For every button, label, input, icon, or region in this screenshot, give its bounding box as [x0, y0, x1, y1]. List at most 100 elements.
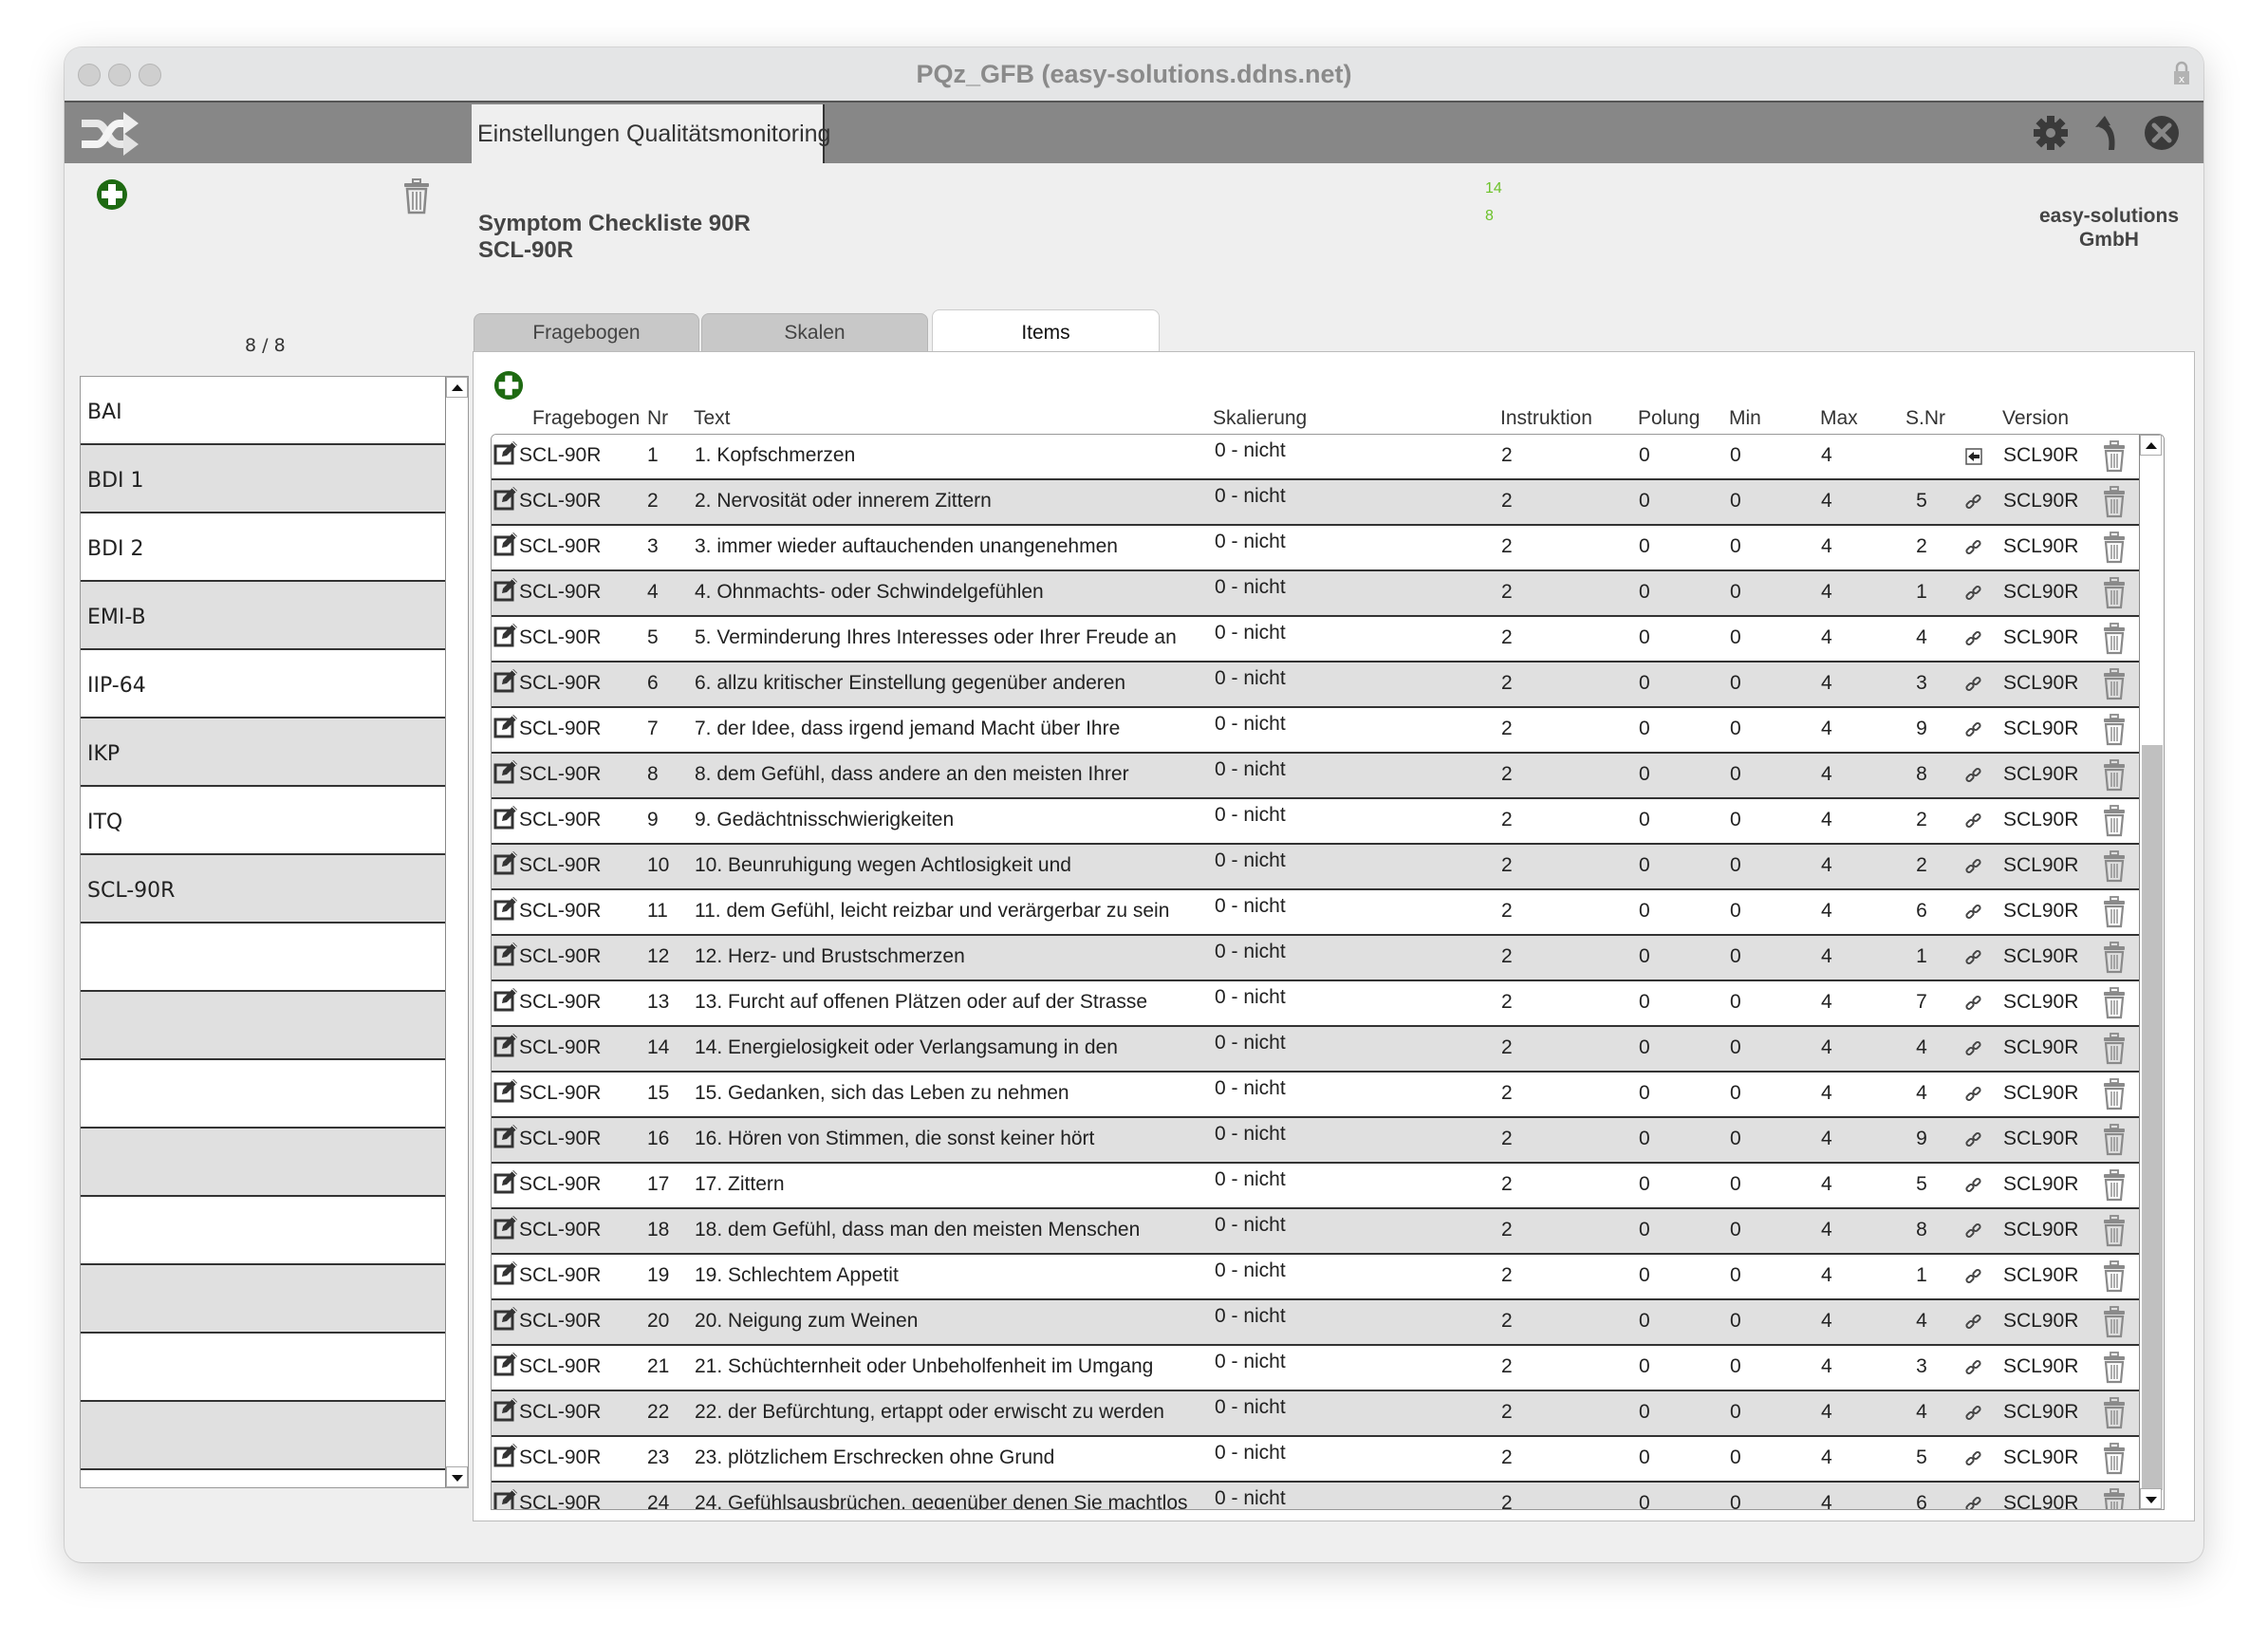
edit-icon[interactable] — [493, 1488, 518, 1509]
link-icon[interactable] — [1965, 721, 1982, 738]
questionnaire-list-item[interactable]: SCL-90R — [81, 855, 447, 924]
link-icon[interactable] — [1965, 995, 1982, 1012]
delete-item-icon[interactable] — [2102, 987, 2127, 1019]
questionnaire-list-item[interactable]: ITQ — [81, 787, 447, 855]
link-icon[interactable] — [1965, 1086, 1982, 1103]
col-text[interactable]: Text — [694, 407, 731, 430]
questionnaire-list-item[interactable] — [81, 1470, 447, 1487]
delete-item-icon[interactable] — [2102, 1215, 2127, 1247]
edit-icon[interactable] — [493, 714, 518, 738]
link-icon[interactable] — [1965, 585, 1982, 602]
delete-item-icon[interactable] — [2102, 440, 2127, 473]
link-icon[interactable] — [1965, 676, 1982, 693]
col-polung[interactable]: Polung — [1638, 407, 1700, 430]
table-row[interactable]: SCL-90R 2 2. Nervosität oder innerem Zitte… — [492, 480, 2139, 526]
col-instruktion[interactable]: Instruktion — [1500, 407, 1592, 430]
link-icon[interactable] — [1965, 904, 1982, 921]
table-row[interactable]: SCL-90R 5 5. Verminderung Ihres Interesses… — [492, 617, 2139, 662]
shuffle-icon[interactable] — [78, 110, 140, 158]
link-icon[interactable] — [1965, 1131, 1982, 1148]
edit-icon[interactable] — [493, 486, 518, 511]
link-icon[interactable] — [1965, 767, 1982, 784]
delete-item-icon[interactable] — [2102, 1488, 2127, 1509]
module-tab[interactable]: Einstellungen Qualitätsmonitoring — [472, 104, 830, 163]
col-skalierung[interactable]: Skalierung — [1213, 407, 1307, 430]
edit-icon[interactable] — [493, 577, 518, 602]
table-row[interactable]: SCL-90R 11 11. dem Gefühl, leicht reizbar … — [492, 890, 2139, 936]
table-row[interactable]: SCL-90R 10 10. Beunruhigung wegen Achtlosi… — [492, 845, 2139, 890]
link-icon[interactable] — [1965, 949, 1982, 966]
questionnaire-list-item[interactable] — [81, 1129, 447, 1197]
add-item-icon[interactable] — [493, 370, 524, 401]
questionnaire-list-item[interactable] — [81, 924, 447, 992]
items-table-scrollbar[interactable] — [2139, 435, 2164, 1509]
edit-icon[interactable] — [493, 668, 518, 693]
add-questionnaire-icon[interactable] — [96, 178, 128, 211]
delete-item-icon[interactable] — [2102, 850, 2127, 883]
table-row[interactable]: SCL-90R 15 15. Gedanken, sich das Leben zu… — [492, 1073, 2139, 1118]
table-row[interactable]: SCL-90R 7 7. der Idee, dass irgend jemand … — [492, 708, 2139, 754]
questionnaire-list-item[interactable] — [81, 1265, 447, 1334]
edit-icon[interactable] — [493, 1352, 518, 1376]
link-icon[interactable] — [1965, 858, 1982, 875]
delete-item-icon[interactable] — [2102, 577, 2127, 609]
table-row[interactable]: SCL-90R 16 16. Hören von Stimmen, die sons… — [492, 1118, 2139, 1164]
edit-icon[interactable] — [493, 1033, 518, 1057]
table-scroll-up-button[interactable] — [2140, 435, 2162, 456]
edit-icon[interactable] — [493, 1215, 518, 1240]
delete-item-icon[interactable] — [2102, 942, 2127, 974]
delete-item-icon[interactable] — [2102, 1033, 2127, 1065]
table-row[interactable]: SCL-90R 17 17. Zittern 0 - nicht 2 0 0 4 5 SCL90R — [492, 1164, 2139, 1209]
edit-icon[interactable] — [493, 1124, 518, 1148]
table-row[interactable]: SCL-90R 13 13. Furcht auf offenen Plätzen … — [492, 981, 2139, 1027]
questionnaire-list-item[interactable]: BDI 2 — [81, 513, 447, 582]
questionnaire-list-item[interactable]: BDI 1 — [81, 445, 447, 513]
edit-icon[interactable] — [493, 1443, 518, 1467]
delete-item-icon[interactable] — [2102, 668, 2127, 700]
col-nr[interactable]: Nr — [647, 407, 668, 430]
questionnaire-list-item[interactable]: BAI — [81, 377, 447, 445]
delete-item-icon[interactable] — [2102, 1169, 2127, 1202]
delete-item-icon[interactable] — [2102, 1352, 2127, 1384]
delete-item-icon[interactable] — [2102, 714, 2127, 746]
edit-icon[interactable] — [493, 440, 518, 465]
delete-item-icon[interactable] — [2102, 1306, 2127, 1338]
table-row[interactable]: SCL-90R 3 3. immer wieder auftauchenden un… — [492, 526, 2139, 571]
link-icon[interactable] — [1965, 1314, 1982, 1331]
edit-icon[interactable] — [493, 623, 518, 647]
table-row[interactable]: SCL-90R 23 23. plötzlichem Erschrecken ohn… — [492, 1437, 2139, 1483]
questionnaire-list-item[interactable]: IIP-64 — [81, 650, 447, 718]
close-circle-icon[interactable] — [2143, 114, 2181, 152]
questionnaire-list-item[interactable] — [81, 1402, 447, 1470]
delete-item-icon[interactable] — [2102, 1124, 2127, 1156]
col-min[interactable]: Min — [1729, 407, 1761, 430]
gear-icon[interactable] — [2032, 114, 2070, 152]
edit-icon[interactable] — [493, 942, 518, 966]
link-icon[interactable] — [1965, 539, 1982, 556]
link-icon[interactable] — [1965, 812, 1982, 830]
back-arrow-icon[interactable] — [2088, 114, 2126, 152]
link-icon[interactable] — [1965, 494, 1982, 511]
edit-icon[interactable] — [493, 759, 518, 784]
table-row[interactable]: SCL-90R 8 8. dem Gefühl, dass andere an de… — [492, 754, 2139, 799]
table-row[interactable]: SCL-90R 18 18. dem Gefühl, dass man den me… — [492, 1209, 2139, 1255]
link-icon[interactable] — [1965, 630, 1982, 647]
questionnaire-list-scrollbar[interactable] — [445, 377, 468, 1487]
delete-item-icon[interactable] — [2102, 1443, 2127, 1475]
table-row[interactable]: SCL-90R 6 6. allzu kritischer Einstellung … — [492, 662, 2139, 708]
table-scroll-down-button[interactable] — [2140, 1488, 2162, 1509]
questionnaire-list-item[interactable] — [81, 1060, 447, 1129]
table-row[interactable]: SCL-90R 20 20. Neigung zum Weinen 0 - nicht… — [492, 1300, 2139, 1346]
arrow-left-icon[interactable] — [1965, 448, 1982, 465]
col-snr[interactable]: S.Nr — [1905, 407, 1945, 430]
questionnaire-list-item[interactable] — [81, 1334, 447, 1402]
delete-item-icon[interactable] — [2102, 1078, 2127, 1110]
tab-items[interactable]: Items — [932, 309, 1160, 352]
col-max[interactable]: Max — [1820, 407, 1858, 430]
link-icon[interactable] — [1965, 1359, 1982, 1376]
table-row[interactable]: SCL-90R 12 12. Herz- und Brustschmerzen 0 -… — [492, 936, 2139, 981]
tab-fragebogen[interactable]: Fragebogen — [474, 313, 699, 351]
edit-icon[interactable] — [493, 532, 518, 556]
delete-item-icon[interactable] — [2102, 623, 2127, 655]
edit-icon[interactable] — [493, 805, 518, 830]
